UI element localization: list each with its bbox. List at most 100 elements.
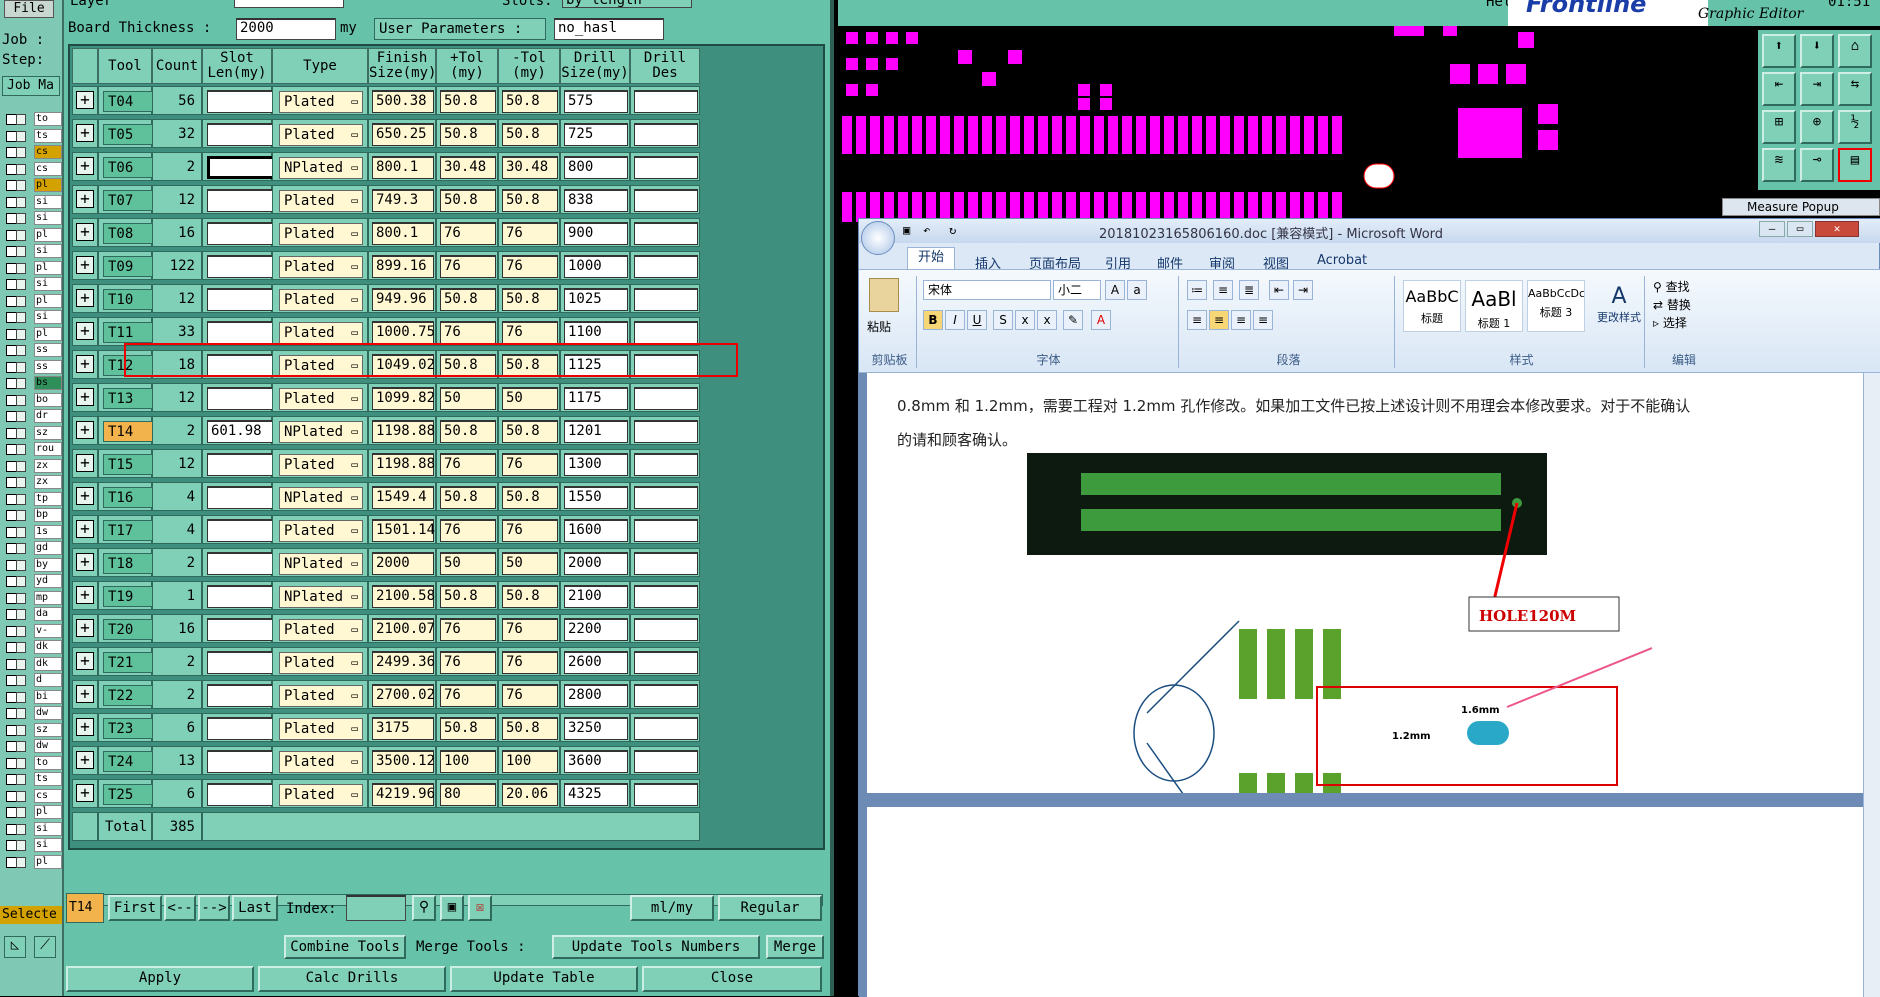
layer-row[interactable]: dk [4,640,62,654]
drill-des-input[interactable] [634,123,698,146]
layer-row[interactable]: bp [4,508,62,522]
zoom-center-icon[interactable]: ⊕ [1800,110,1834,144]
pan-icon[interactable]: ⇆ [1838,72,1872,106]
user-parameters-input[interactable]: no_hasl [554,18,664,40]
drill-size-input[interactable]: 1000 [564,255,628,278]
slot-length-input[interactable]: 601.98 [207,420,279,443]
drill-size-input[interactable]: 4325 [564,783,628,806]
grow-font-icon[interactable]: A [1105,280,1125,300]
layer-input[interactable] [234,0,344,8]
finish-size-input[interactable]: 1549.4 [372,486,434,509]
slot-length-input[interactable] [207,684,279,707]
minus-tol-input[interactable]: 76 [502,651,558,674]
drill-size-input[interactable]: 725 [564,123,628,146]
layer-affected-checkbox[interactable] [16,460,26,472]
layer-affected-checkbox[interactable] [16,625,26,637]
layer-row[interactable]: si [4,211,62,225]
undo-icon[interactable]: ↶ [923,223,930,237]
layer-affected-checkbox[interactable] [16,691,26,703]
drill-des-input[interactable] [634,90,698,113]
layer-affected-checkbox[interactable] [16,345,26,356]
expand-icon[interactable]: + [72,119,98,148]
justify-icon[interactable]: ≡ [1253,310,1273,330]
plus-tol-input[interactable]: 50.8 [440,486,496,509]
layer-row[interactable]: pl [4,178,62,192]
layer-affected-checkbox[interactable] [16,592,26,604]
drill-size-input[interactable]: 1175 [564,387,628,410]
expand-icon[interactable]: + [72,713,98,742]
finish-size-input[interactable]: 2100.58 [372,585,435,608]
measure-popup-title[interactable]: Measure Popup [1722,198,1880,216]
layer-affected-checkbox[interactable] [16,444,26,455]
finish-size-input[interactable]: 2100.07 [372,618,435,641]
maximize-icon[interactable]: ▭ [1787,221,1813,237]
drill-size-input[interactable]: 2800 [564,684,628,707]
layer-row[interactable]: si [4,277,62,291]
drill-des-input[interactable] [634,354,698,377]
drill-size-input[interactable]: 3250 [564,717,628,740]
layers-icon[interactable]: ≋ [1762,148,1796,182]
minus-tol-input[interactable]: 76 [502,684,558,707]
slot-length-input[interactable] [207,783,279,806]
expand-icon[interactable]: + [72,449,98,478]
plus-tol-input[interactable]: 50.8 [440,90,496,113]
layer-affected-checkbox[interactable] [16,493,26,505]
type-select[interactable]: Plated [279,388,363,410]
slot-length-input[interactable] [207,123,279,146]
minus-tol-input[interactable]: 76 [502,321,558,344]
slot-length-input[interactable] [207,387,279,410]
slot-length-input[interactable] [207,519,279,542]
minus-tol-input[interactable]: 76 [502,255,558,278]
style-gallery-item[interactable]: AaBbC 标题 [1403,280,1461,332]
plus-tol-input[interactable]: 76 [440,651,496,674]
finish-size-input[interactable]: 3500.12 [372,750,435,773]
layer-affected-checkbox[interactable] [16,840,26,851]
layer-affected-checkbox[interactable] [16,130,26,142]
italic-icon[interactable]: I [945,310,965,330]
drill-des-input[interactable] [634,189,698,212]
type-select[interactable]: Plated [279,718,363,740]
plus-tol-input[interactable]: 50 [440,387,496,410]
layer-row[interactable]: pl [4,854,62,869]
layer-affected-checkbox[interactable] [16,856,26,868]
drill-des-input[interactable] [634,453,698,476]
slot-length-input[interactable] [207,486,279,509]
update-table-button[interactable]: Update Table [450,966,638,992]
layer-affected-checkbox[interactable] [16,774,26,785]
minus-tol-input[interactable]: 50.8 [502,717,558,740]
plus-tol-input[interactable]: 76 [440,519,496,542]
drill-size-input[interactable]: 2100 [564,585,628,608]
drill-size-input[interactable]: 1600 [564,519,628,542]
finish-size-input[interactable]: 2700.02 [372,684,435,707]
layer-affected-checkbox[interactable] [16,658,26,670]
board-thickness-input[interactable]: 2000 [236,18,336,40]
type-select[interactable]: Plated [279,454,363,476]
minus-tol-input[interactable]: 50.8 [502,90,558,113]
type-select[interactable]: Plated [279,784,363,806]
numbering-icon[interactable]: ≡ [1213,280,1233,300]
minus-tol-input[interactable]: 50 [502,552,558,575]
drill-des-input[interactable] [634,717,698,740]
drill-des-input[interactable] [634,750,698,773]
finish-size-input[interactable]: 2499.36 [372,651,435,674]
layer-row[interactable]: ss [4,343,62,357]
bullets-icon[interactable]: ≔ [1187,280,1207,300]
layer-row[interactable]: tp [4,491,62,506]
layer-affected-checkbox[interactable] [16,279,26,290]
layer-row[interactable]: yd [4,574,62,588]
drill-des-input[interactable] [634,783,698,806]
layer-row[interactable]: dk [4,656,62,671]
layer-row[interactable]: sz [4,722,62,737]
style-gallery-item[interactable]: AaBl 标题 1 [1465,280,1523,332]
layer-affected-checkbox[interactable] [16,675,26,686]
paste-icon[interactable] [869,278,899,312]
slot-length-input[interactable] [207,651,279,674]
pan-right-icon[interactable]: ⇥ [1800,72,1834,106]
drill-size-input[interactable]: 1025 [564,288,628,311]
drill-des-input[interactable] [634,222,698,245]
drill-size-input[interactable]: 2000 [564,552,628,575]
layer-affected-checkbox[interactable] [16,724,26,736]
plus-tol-input[interactable]: 100 [440,750,496,773]
layer-row[interactable]: pl [4,260,62,275]
layer-row[interactable]: si [4,310,62,324]
